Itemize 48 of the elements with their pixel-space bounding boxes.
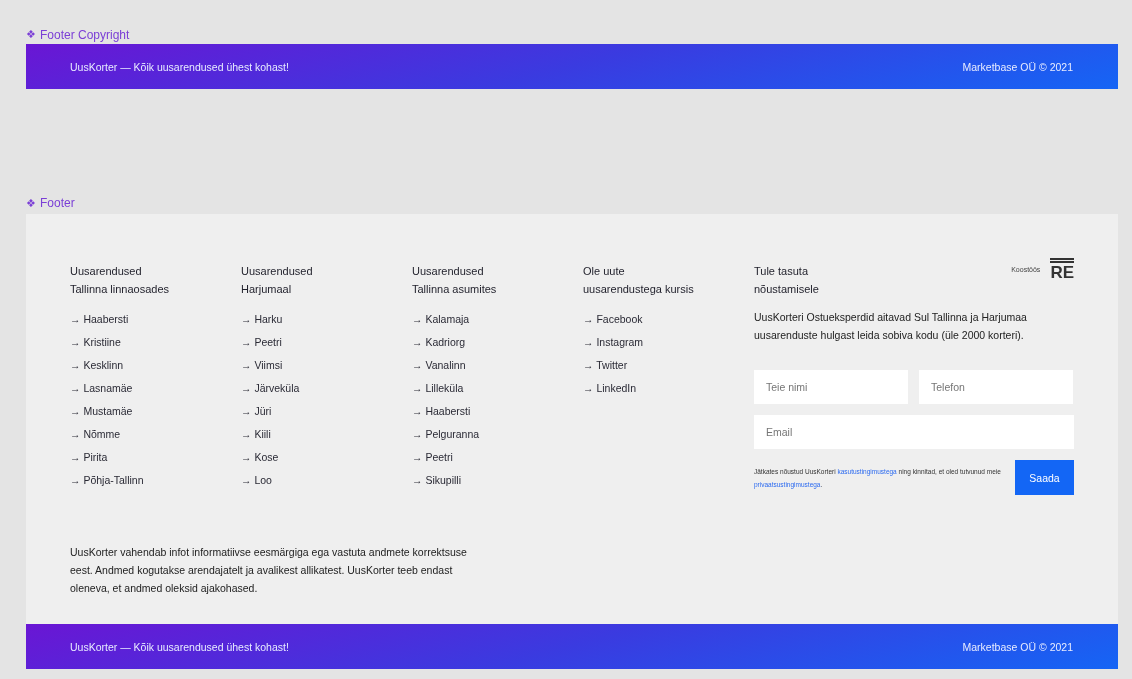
component-icon: ❖ <box>26 196 36 210</box>
name-field[interactable]: Teie nimi <box>754 370 908 404</box>
copyright-text: Marketbase OÜ © 2021 <box>962 640 1073 653</box>
footer-link[interactable]: → Kiili <box>241 423 412 446</box>
footer-link[interactable]: → Haabersti <box>70 308 241 331</box>
phone-field[interactable]: Telefon <box>919 370 1073 404</box>
footer-link[interactable]: → Peetri <box>412 446 583 469</box>
contact-heading: Tule tasuta nõustamisele <box>754 264 819 297</box>
footer-link[interactable]: → Pirita <box>70 446 241 469</box>
disclaimer-text: UusKorter vahendab infot informatiivse eesmärgiga ega vastuta andmete korrektsuse eest. Andmed kogutakse arendajatelt ja avalikest allikatest. UusKorter teeb endast oleneva, et andmed oleksid ajakohased. <box>70 545 468 596</box>
footer-link[interactable]: → Twitter <box>583 354 754 377</box>
column-heading: Uusarendused Harjumaal <box>241 264 314 297</box>
column-heading: Uusarendused Tallinna asumites <box>412 264 498 297</box>
partner-logo: RE <box>1050 258 1074 280</box>
tagline: UusKorter — Kõik uusarendused ühest kohast! <box>70 640 289 653</box>
footer-link[interactable]: → LinkedIn <box>583 377 754 400</box>
footer-link[interactable]: → Mustamäe <box>70 400 241 423</box>
footer-link[interactable]: → Sikupilli <box>412 469 583 492</box>
footer-link[interactable]: → Järveküla <box>241 377 412 400</box>
column-heading: Uusarendused Tallinna linnaosades <box>70 264 171 297</box>
frame-label: Footer Copyright <box>40 27 130 42</box>
footer-link[interactable]: → Nõmme <box>70 423 241 446</box>
footer-link[interactable]: → Instagram <box>583 331 754 354</box>
footer-link[interactable]: → Jüri <box>241 400 412 423</box>
component-icon: ❖ <box>26 28 36 41</box>
footer-link[interactable]: → Haabersti <box>412 400 583 423</box>
footer-link[interactable]: → Kesklinn <box>70 354 241 377</box>
footer-link[interactable]: → Lasnamäe <box>70 377 241 400</box>
footer-link[interactable]: → Viimsi <box>241 354 412 377</box>
tagline: UusKorter — Kõik uusarendused ühest kohast! <box>70 60 289 73</box>
copyright-text: Marketbase OÜ © 2021 <box>962 60 1073 73</box>
footer-link[interactable]: → Kristiine <box>70 331 241 354</box>
footer-link[interactable]: → Loo <box>241 469 412 492</box>
footer-link[interactable]: → Kalamaja <box>412 308 583 331</box>
submit-button[interactable]: Saada <box>1015 460 1074 495</box>
footer-link[interactable]: → Vanalinn <box>412 354 583 377</box>
email-field[interactable]: Email <box>754 415 1074 449</box>
footer-link[interactable]: → Facebook <box>583 308 754 331</box>
column-heading: Ole uute uusarendustega kursis <box>583 264 695 297</box>
footer-link[interactable]: → Põhja-Tallinn <box>70 469 241 492</box>
footer-link[interactable]: → Kadriorg <box>412 331 583 354</box>
footer-link[interactable]: → Harku <box>241 308 412 331</box>
contact-description: UusKorteri Ostueksperdid aitavad Sul Tallinna ja Harjumaa uusarenduste hulgast leida sobiva kodu (üle 2000 korteri). <box>754 310 1028 343</box>
frame-label: Footer <box>40 196 75 210</box>
footer-link[interactable]: → Peetri <box>241 331 412 354</box>
footer-link[interactable]: → Lilleküla <box>412 377 583 400</box>
footer-link[interactable]: → Kose <box>241 446 412 469</box>
footer-link[interactable]: → Pelguranna <box>412 423 583 446</box>
